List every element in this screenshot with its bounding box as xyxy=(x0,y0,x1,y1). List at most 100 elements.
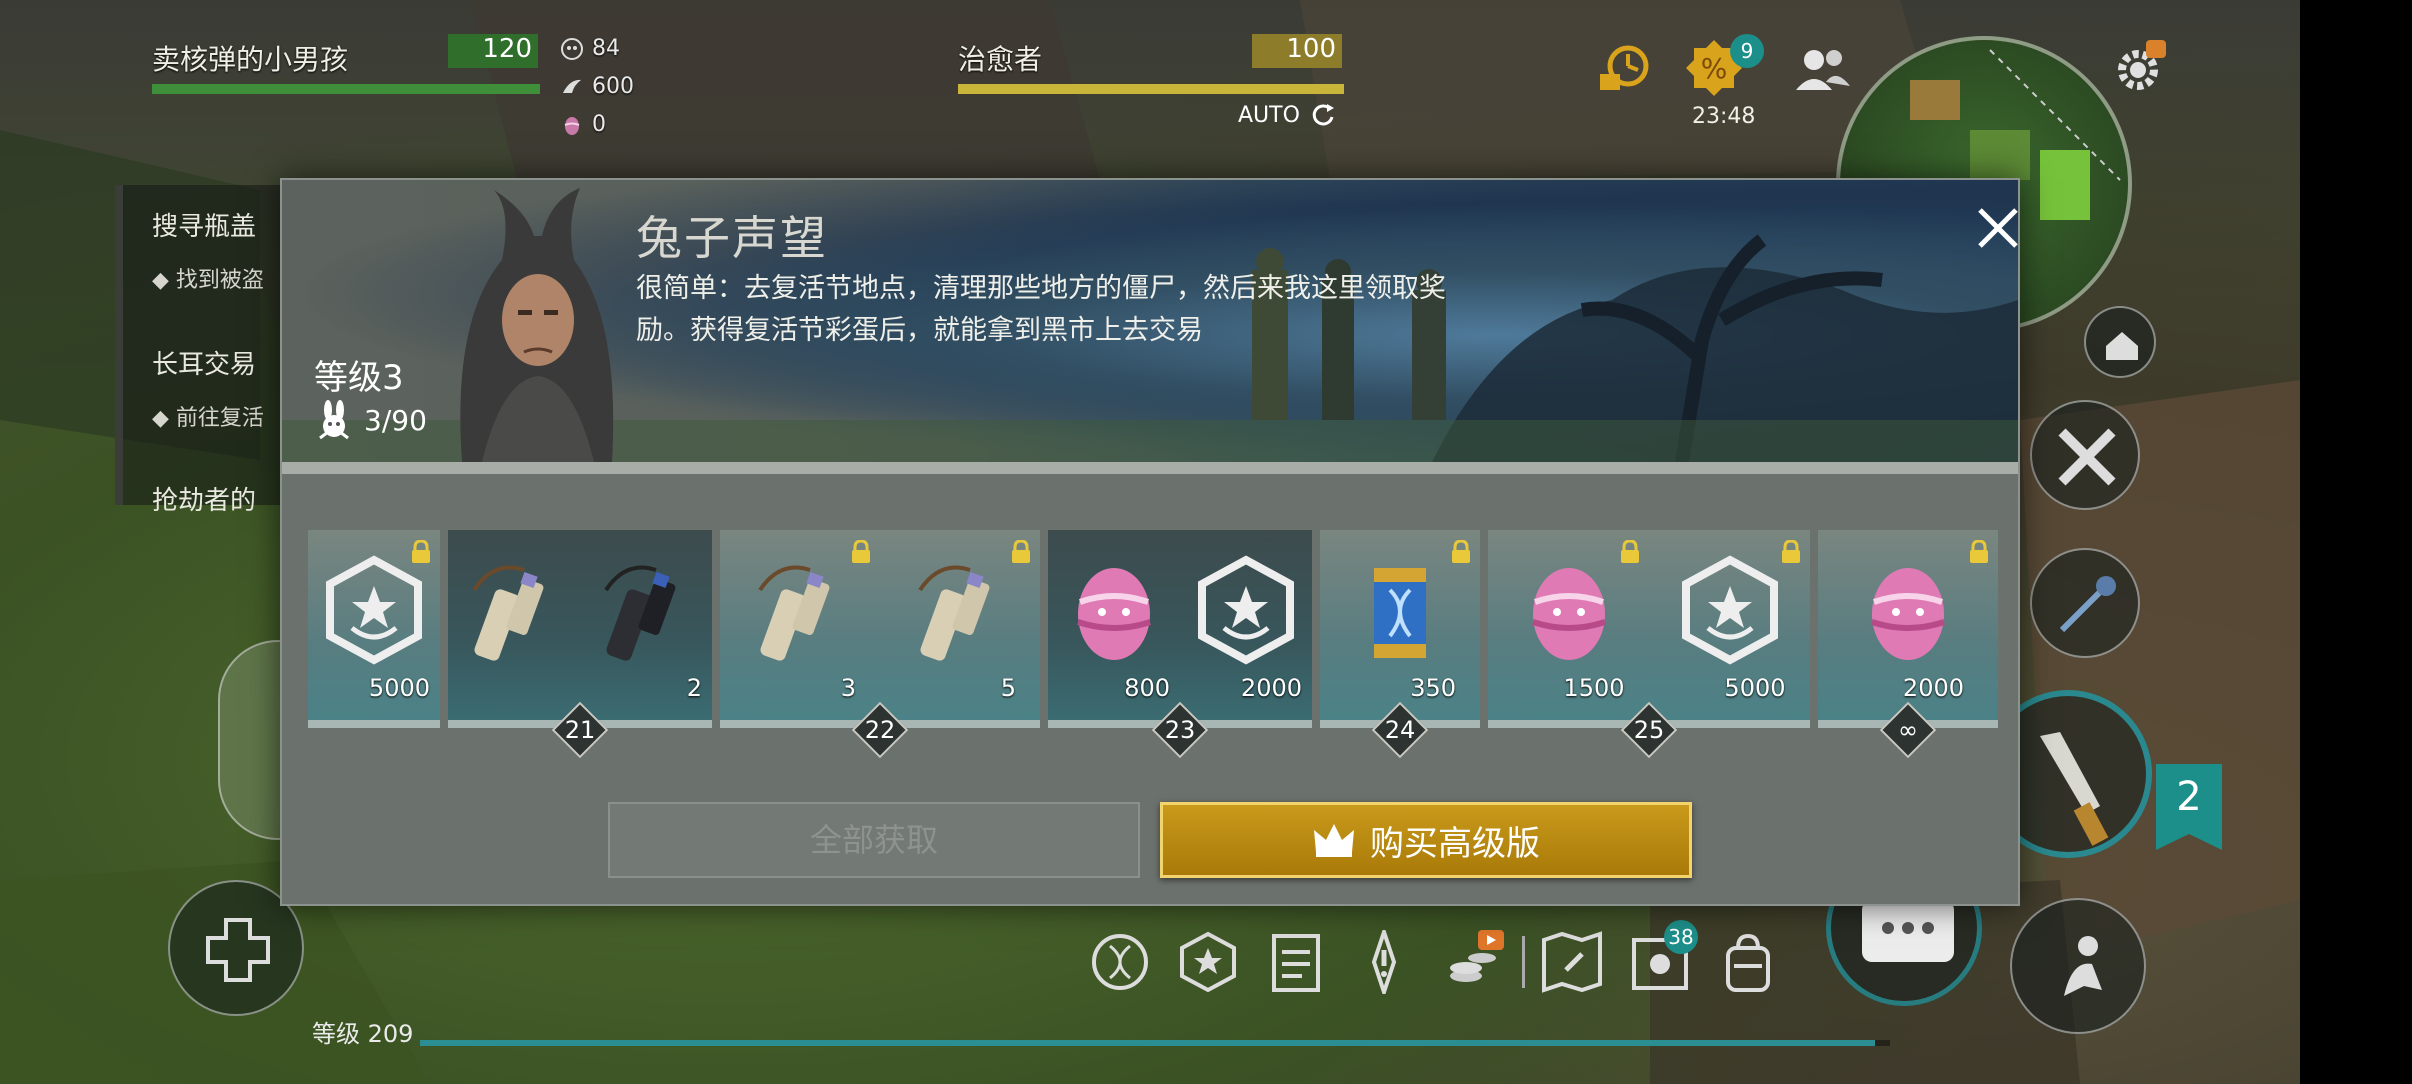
alert-compass-icon[interactable] xyxy=(1352,930,1416,994)
reward-item[interactable]: 800 xyxy=(1054,550,1174,710)
reward-tier[interactable]: 1500 5000 xyxy=(1488,530,1810,730)
lock-icon xyxy=(1782,539,1800,563)
reward-item[interactable]: 5 xyxy=(900,550,1020,710)
reputation-badge-icon xyxy=(1198,555,1294,665)
reward-item[interactable]: 2 xyxy=(586,550,706,710)
mace-icon xyxy=(2059,576,2116,633)
resource-row: 0 xyxy=(560,112,606,137)
reward-lock xyxy=(850,539,872,564)
quest-title[interactable]: 搜寻瓶盖 xyxy=(152,206,256,243)
crouch-button[interactable] xyxy=(2010,898,2146,1034)
close-icon[interactable] xyxy=(1972,202,2024,254)
lock-icon xyxy=(1970,539,1988,563)
dialog-description: 很简单：去复活节地点，清理那些地方的僵尸，然后来我这里领取奖励。获得复活节彩蛋后… xyxy=(636,273,1446,346)
reputation-level: 等级3 xyxy=(314,358,404,398)
reward-item[interactable]: 350 xyxy=(1340,550,1460,710)
dialog-banner: 等级3 3/90 兔子声望 很简单：去复活节地点，清理那些地方的僵尸，然后来我这… xyxy=(282,180,2018,462)
base-button[interactable] xyxy=(2084,306,2156,378)
hammer-wrench-icon xyxy=(2058,428,2116,486)
buy-premium-button[interactable]: 购买高级版 xyxy=(1160,802,1692,878)
tier-level-number: 24 xyxy=(1384,716,1416,744)
reward-amount: 1500 xyxy=(1563,674,1625,702)
reward-item[interactable]: 3 xyxy=(740,550,860,710)
friends-icon[interactable] xyxy=(1790,38,1854,102)
tier-level-marker: 25 xyxy=(1620,701,1678,759)
auto-toggle[interactable]: AUTO xyxy=(1238,100,1338,130)
reward-lock xyxy=(1780,539,1802,564)
lock-icon xyxy=(412,539,430,563)
lock-icon xyxy=(1621,539,1639,563)
lock-icon xyxy=(1452,539,1470,563)
chat-icon xyxy=(1882,922,1934,934)
reward-tier[interactable]: 2 xyxy=(448,530,712,730)
tier-level-number: ∞ xyxy=(1898,716,1918,744)
resource-row: 600 xyxy=(560,74,634,99)
reward-amount: 2000 xyxy=(1240,674,1302,702)
reward-tier[interactable]: 35 xyxy=(720,530,1040,730)
lock-icon xyxy=(1012,539,1030,563)
tier-level-marker: 23 xyxy=(1151,701,1209,759)
lock-icon xyxy=(852,539,870,563)
vendor-portrait xyxy=(460,188,614,462)
tier-level-number: 23 xyxy=(1164,716,1196,744)
svg-text:%: % xyxy=(1701,52,1728,85)
backpack-icon[interactable] xyxy=(1716,930,1780,994)
resource-value: 84 xyxy=(592,36,620,61)
craft-button[interactable] xyxy=(2030,400,2140,510)
easter-egg-icon xyxy=(1871,568,1945,660)
quest-objective-text: 找到被盗 xyxy=(175,268,264,293)
clipboard-icon[interactable] xyxy=(1264,930,1328,994)
reward-item[interactable]: 2000 xyxy=(1848,550,1968,710)
event-history-icon[interactable] xyxy=(1592,36,1656,100)
reward-amount: 3 xyxy=(840,674,856,702)
reward-tier[interactable]: 800 2000 xyxy=(1048,530,1312,730)
quest-title[interactable]: 长耳交易 xyxy=(152,344,256,381)
game-scene: 卖核弹的小男孩 120 84 600 0 治愈者 100 AUTO % 9 23… xyxy=(0,0,2412,1084)
player-total-level: 等级 209 xyxy=(312,1020,414,1048)
reward-amount: 5 xyxy=(1000,674,1016,702)
dark-flare-icon xyxy=(604,565,676,661)
player-name: 卖核弹的小男孩 xyxy=(152,43,349,76)
tier-level-marker: ∞ xyxy=(1879,701,1937,759)
claim-all-button[interactable]: 全部获取 xyxy=(608,802,1140,878)
resource-value: 0 xyxy=(592,112,606,137)
reward-item[interactable]: 2000 xyxy=(1186,550,1306,710)
reward-lock xyxy=(1450,539,1472,564)
signal-flare-icon xyxy=(472,565,544,661)
reward-lock xyxy=(1010,539,1032,564)
refresh-icon xyxy=(1312,104,1334,126)
settings-icon[interactable] xyxy=(2106,36,2170,100)
weapon-slot[interactable] xyxy=(2030,548,2140,658)
toolbar-divider xyxy=(1522,936,1525,988)
map-icon[interactable] xyxy=(1540,930,1604,994)
event-timer: 23:48 xyxy=(1692,104,1756,129)
crown-icon xyxy=(1314,824,1354,857)
reputation-dialog: 等级3 3/90 兔子声望 很简单：去复活节地点，清理那些地方的僵尸，然后来我这… xyxy=(280,178,2020,906)
quest-title[interactable]: 抢劫者的 xyxy=(152,480,256,517)
chat-button[interactable] xyxy=(1862,900,1954,962)
reward-track[interactable]: 5000 2 21 3 5 22 800 2000 23 350 24 1500 5000 25 2000 ∞ xyxy=(308,530,1998,759)
reward-tier[interactable]: 2000 xyxy=(1818,530,1998,730)
reward-lock xyxy=(410,539,432,564)
resource-row: 84 xyxy=(560,36,620,61)
reputation-badge-icon xyxy=(1681,555,1778,665)
reward-item[interactable]: 5000 xyxy=(314,550,434,710)
reward-tier[interactable]: 350 xyxy=(1320,530,1480,730)
tier-level-marker: 22 xyxy=(851,701,909,759)
coins-icon[interactable] xyxy=(1440,930,1504,994)
reward-tier[interactable]: 5000 xyxy=(308,530,440,730)
dna-icon[interactable] xyxy=(1088,930,1152,994)
reward-item[interactable]: 1500 xyxy=(1509,550,1629,710)
reputation-progress-value: 3/90 xyxy=(364,403,427,437)
inventory-badge: 38 xyxy=(1664,920,1698,954)
reward-item[interactable]: 5000 xyxy=(1670,550,1790,710)
wing-icon xyxy=(563,79,581,93)
reputation-badge-icon xyxy=(326,555,422,665)
reward-amount: 5000 xyxy=(368,674,430,702)
quest-objective-text: 前往复活 xyxy=(175,406,264,431)
home-icon xyxy=(2106,332,2138,360)
reputation-icon[interactable] xyxy=(1176,930,1240,994)
reward-item[interactable] xyxy=(454,550,574,710)
screen-edge xyxy=(2300,0,2412,1084)
dna-capsule-icon xyxy=(1374,568,1426,658)
